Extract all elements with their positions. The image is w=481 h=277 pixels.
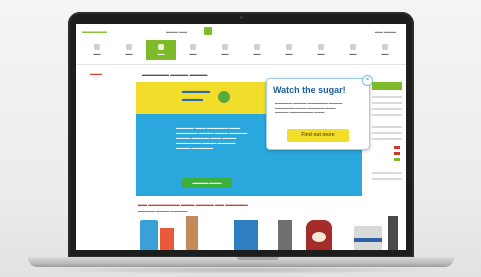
nav-icon (254, 44, 260, 50)
laptop-notch (237, 257, 279, 260)
nav-icon (350, 44, 356, 50)
site-logo[interactable]: ▬▬▬▬▬ (82, 29, 107, 35)
product-image[interactable] (160, 228, 174, 250)
nav-item[interactable]: ▬▬ (338, 40, 368, 60)
modal-body-text: ▬▬▬▬▬ ▬▬▬▬ ▬▬▬▬▬▬ ▬▬▬▬ ▬▬▬▬▬▬ ▬▬▬ ▬▬▬▬▬ … (275, 101, 343, 114)
page-title: ▬▬▬▬▬▬ ▬▬▬▬ ▬▬▬▬ (142, 72, 208, 77)
right-sidebar (372, 82, 402, 202)
nav-item[interactable]: ▬▬ (306, 40, 336, 60)
sidebar-row (372, 178, 402, 180)
nav-item[interactable]: ▬▬ (114, 40, 144, 60)
nav-item[interactable]: ▬▬ (82, 40, 112, 60)
header-account-links: ▬▬ ▬▬▬ (374, 29, 396, 34)
category-nav: ▬▬ ▬▬ ▬▬ ▬▬ ▬▬ ▬▬ ▬▬ ▬▬ ▬▬ ▬▬ (82, 40, 400, 60)
campaign-logo: ▬▬▬▬ ▬▬▬ (182, 88, 210, 103)
laptop-shadow (40, 266, 440, 274)
campaign-logo-icon (218, 91, 230, 103)
nav-icon (286, 44, 292, 50)
product-label (312, 232, 326, 242)
nav-item-active[interactable]: ▬▬ (146, 40, 176, 60)
product-image[interactable] (140, 220, 158, 250)
sugar-modal: Watch the sugar! × ▬▬▬▬▬ ▬▬▬▬ ▬▬▬▬▬▬ ▬▬▬… (266, 75, 373, 150)
sidebar-row (372, 132, 402, 134)
website-screen: ▬▬▬▬▬ ▬▬▬ ▬▬ ▬▬ ▬▬▬ ▬▬ ▬▬ ▬▬ ▬▬ ▬▬ ▬▬ ▬▬… (76, 24, 406, 250)
sidebar-row (372, 108, 402, 110)
nav-item[interactable]: ▬▬ (274, 40, 304, 60)
nav-icon (222, 44, 228, 50)
sidebar-row (372, 138, 402, 140)
sidebar-header (372, 82, 402, 90)
webcam-icon (240, 16, 243, 19)
find-out-more-button[interactable]: Find out more (287, 129, 349, 142)
basket-icon[interactable] (204, 27, 212, 35)
header-top-links: ▬▬▬ ▬▬ (166, 29, 188, 34)
nav-icon (190, 44, 196, 50)
nav-icon (318, 44, 324, 50)
hero-cta-button[interactable]: ▬▬▬▬ ▬▬▬ (182, 178, 232, 188)
sidebar-marker (394, 158, 400, 161)
sidebar-marker (394, 152, 400, 155)
nav-item[interactable]: ▬▬ (370, 40, 400, 60)
sidebar-row (372, 172, 402, 174)
nav-icon (158, 44, 164, 50)
sidebar-row (372, 114, 402, 116)
product-image[interactable] (278, 220, 292, 250)
section-heading: ▬▬ ▬▬▬▬▬▬▬ ▬▬▬ ▬▬▬▬ ▬▬ ▬▬▬▬▬ (138, 202, 248, 207)
sidebar-row (372, 126, 402, 128)
product-image[interactable] (186, 216, 198, 250)
product-image[interactable] (234, 220, 258, 250)
modal-title: Watch the sugar! (273, 85, 346, 95)
nav-icon (94, 44, 100, 50)
laptop-base (28, 257, 454, 267)
section-subheading: ▬▬▬▬▬ ▬▬▬▬ ▬▬▬▬▬ (138, 209, 188, 213)
laptop-screen-bezel: ▬▬▬▬▬ ▬▬▬ ▬▬ ▬▬ ▬▬▬ ▬▬ ▬▬ ▬▬ ▬▬ ▬▬ ▬▬ ▬▬… (68, 12, 414, 258)
back-link[interactable]: ▬▬▬ (90, 71, 102, 76)
sidebar-marker (394, 146, 400, 149)
site-header: ▬▬▬▬▬ ▬▬▬ ▬▬ ▬▬ ▬▬▬ ▬▬ ▬▬ ▬▬ ▬▬ ▬▬ ▬▬ ▬▬… (76, 24, 406, 65)
nav-icon (382, 44, 388, 50)
product-label (354, 238, 382, 242)
sidebar-row (372, 102, 402, 104)
nav-icon (126, 44, 132, 50)
sidebar-row (372, 96, 402, 98)
nav-item[interactable]: ▬▬ (242, 40, 272, 60)
nav-item[interactable]: ▬▬ (178, 40, 208, 60)
product-image[interactable] (388, 216, 398, 250)
nav-item[interactable]: ▬▬ (210, 40, 240, 60)
